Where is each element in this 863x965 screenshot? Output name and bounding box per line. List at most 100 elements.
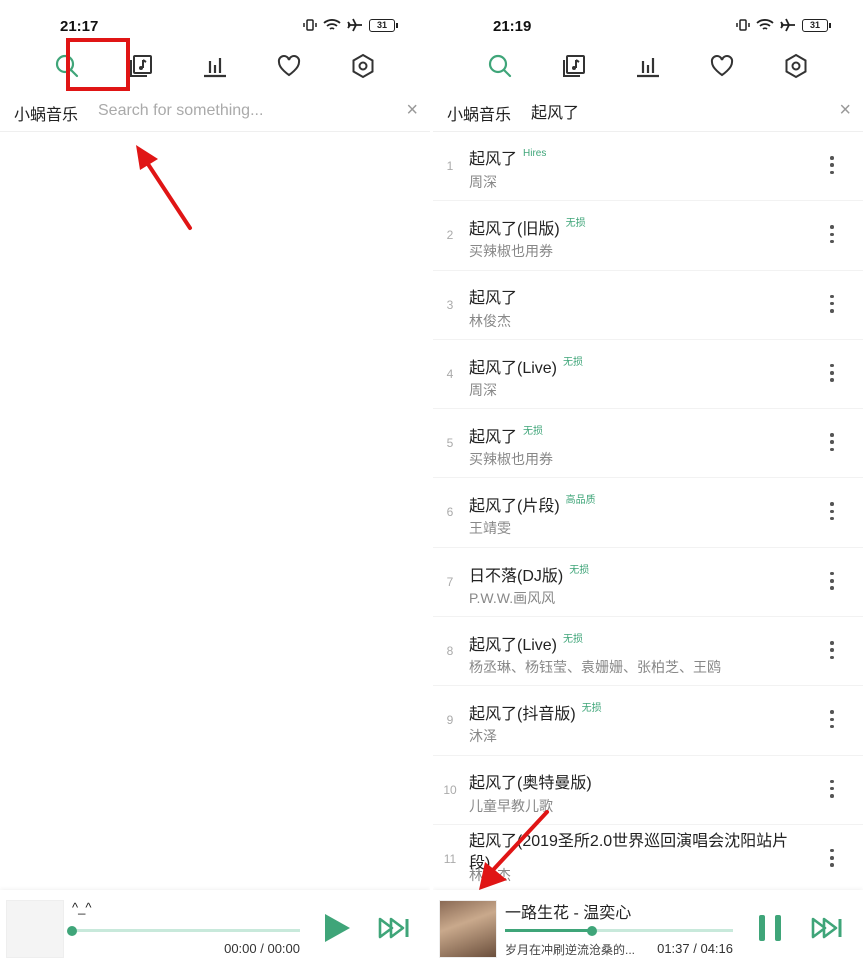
- status-icons: 31: [736, 18, 831, 32]
- nav-library-button[interactable]: [551, 46, 597, 86]
- more-options-icon[interactable]: [829, 433, 835, 452]
- song-artist: 王靖雯: [469, 520, 511, 537]
- song-title-text: 起风了: [469, 429, 518, 447]
- annotation-arrow: [136, 145, 192, 230]
- quality-tag: 无损: [581, 703, 602, 715]
- more-options-icon[interactable]: [829, 294, 835, 313]
- song-row[interactable]: 1 起风了 Hires 周深: [433, 132, 863, 202]
- song-index: 2: [446, 228, 454, 243]
- song-title: 起风了(奥特曼版): [469, 769, 592, 793]
- song-row[interactable]: 7 日不落(DJ版) 无损 P.W.W.画风风: [433, 548, 863, 618]
- song-title-text: 起风了(旧版): [469, 221, 560, 239]
- status-icons: 31: [303, 18, 398, 32]
- song-row[interactable]: 9 起风了(抖音版) 无损沐泽: [433, 686, 863, 756]
- annotation-highlight-box: [66, 38, 130, 91]
- song-title-text: 起风了(奥特曼版): [469, 774, 592, 792]
- song-title: 起风了(Live) 无损: [469, 630, 583, 655]
- song-title: 起风了 无损: [469, 422, 543, 447]
- pause-icon[interactable]: [755, 912, 785, 944]
- song-row[interactable]: 4 起风了(Live) 无损 周深: [433, 340, 863, 410]
- song-index: 11: [443, 851, 457, 866]
- nav-favorites-button[interactable]: [699, 46, 745, 86]
- song-row[interactable]: 2 起风了(旧版) 无损 买辣椒也用券: [433, 201, 863, 271]
- song-row[interactable]: 8 起风了(Live) 无损 杨丞琳、杨钰莹、袁姗姗、张柏芝、王鸥: [433, 617, 863, 687]
- wifi-icon: [323, 19, 341, 30]
- song-row[interactable]: 3 起风了 林俊杰: [433, 271, 863, 340]
- song-artist: 林俊杰: [469, 866, 511, 883]
- quality-tag: 无损: [565, 218, 586, 230]
- song-title: 起风了(抖音版) 无损: [469, 699, 602, 724]
- song-artist: 周深: [469, 174, 497, 190]
- album-cover[interactable]: [439, 900, 497, 958]
- nav-search-button[interactable]: [477, 46, 523, 86]
- song-row[interactable]: 6 起风了(片段) 高品质 王靖雯: [433, 478, 863, 548]
- progress-fill: [505, 929, 592, 932]
- song-title-text: 起风了: [469, 289, 518, 307]
- song-title: 起风了(2019圣所2.0世界巡回演唱会沈阳站片段): [469, 831, 809, 875]
- more-options-icon[interactable]: [829, 779, 835, 798]
- album-cover[interactable]: [6, 900, 64, 958]
- search-results-list: 1 起风了 Hires 周深 2 起风了(旧版) 无损 买辣椒也用券 3 起风了 林俊杰 4 起风了(L…: [433, 132, 863, 890]
- song-title: 起风了(片段) 高品质: [469, 491, 596, 516]
- nav-settings-button[interactable]: [773, 46, 819, 86]
- clear-search-button[interactable]: ×: [406, 100, 418, 120]
- mini-player[interactable]: 一路生花 - 温奕心 岁月在冲刷逆流沧桑的... 01:37 / 04:16: [433, 890, 863, 965]
- progress-bar[interactable]: [505, 925, 733, 936]
- more-options-icon[interactable]: [829, 571, 835, 590]
- music-library-icon: [130, 55, 152, 77]
- quality-tag: 高品质: [565, 495, 596, 507]
- vibrate-icon: [303, 19, 317, 31]
- more-options-icon[interactable]: [829, 363, 835, 382]
- song-row[interactable]: 5 起风了 无损 买辣椒也用券: [433, 409, 863, 479]
- nav-settings-button[interactable]: [340, 46, 386, 86]
- song-index: 7: [446, 574, 454, 589]
- nav-charts-button[interactable]: [192, 46, 238, 86]
- search-input[interactable]: [98, 96, 388, 126]
- top-nav: [433, 46, 863, 86]
- song-title-text: 起风了: [469, 151, 518, 168]
- clear-search-button[interactable]: ×: [839, 100, 851, 120]
- more-options-icon[interactable]: [829, 156, 835, 174]
- skip-next-icon[interactable]: [811, 916, 843, 940]
- more-options-icon[interactable]: [829, 641, 835, 660]
- song-artist: 买辣椒也用券: [469, 451, 553, 468]
- quality-tag: 无损: [563, 356, 584, 368]
- player-time: 00:00 / 00:00: [224, 941, 300, 956]
- airplane-icon: [780, 18, 795, 32]
- song-title: 起风了 Hires: [469, 145, 546, 169]
- search-header: 小蜗音乐 ×: [0, 94, 430, 132]
- quality-tag: 无损: [569, 564, 590, 576]
- battery-icon: 31: [369, 18, 398, 32]
- search-input[interactable]: [531, 96, 821, 126]
- more-options-icon[interactable]: [829, 848, 835, 867]
- nav-charts-button[interactable]: [625, 46, 671, 86]
- play-icon[interactable]: [322, 912, 352, 944]
- mini-player[interactable]: ^_^ 00:00 / 00:00: [0, 890, 430, 965]
- song-title-text: 起风了(Live): [469, 637, 558, 655]
- progress-bar[interactable]: [67, 925, 300, 936]
- progress-knob[interactable]: [586, 925, 597, 936]
- music-library-icon: [563, 55, 585, 77]
- nav-favorites-button[interactable]: [266, 46, 312, 86]
- song-index: 1: [446, 159, 454, 173]
- more-options-icon[interactable]: [829, 710, 835, 729]
- song-artist: 沐泽: [469, 728, 497, 745]
- wifi-icon: [756, 19, 774, 30]
- status-bar: 21:19 31: [433, 0, 863, 40]
- song-row[interactable]: 10 起风了(奥特曼版) 儿童早教儿歌: [433, 756, 863, 825]
- song-title-text: 起风了(抖音版): [469, 706, 576, 724]
- more-options-icon[interactable]: [829, 225, 835, 244]
- song-artist: 周深: [469, 381, 497, 398]
- song-title: 起风了: [469, 284, 517, 308]
- skip-next-icon[interactable]: [378, 916, 410, 940]
- song-title-text: 起风了(2019圣所2.0世界巡回演唱会沈阳站片段): [469, 832, 789, 872]
- song-row[interactable]: 11 起风了(2019圣所2.0世界巡回演唱会沈阳站片段) 林俊杰: [433, 825, 863, 890]
- settings-hexagon-icon: [352, 53, 374, 79]
- status-time: 21:17: [60, 18, 99, 35]
- song-artist: P.W.W.画风风: [469, 589, 556, 606]
- more-options-icon[interactable]: [829, 502, 835, 521]
- song-index: 9: [446, 713, 454, 728]
- battery-icon: 31: [802, 18, 831, 32]
- progress-knob[interactable]: [67, 925, 77, 936]
- right-screen: 21:19 31 小蜗音乐 × 1起风了Hires周深2起风了(旧版)无损买辣椒…: [433, 0, 863, 965]
